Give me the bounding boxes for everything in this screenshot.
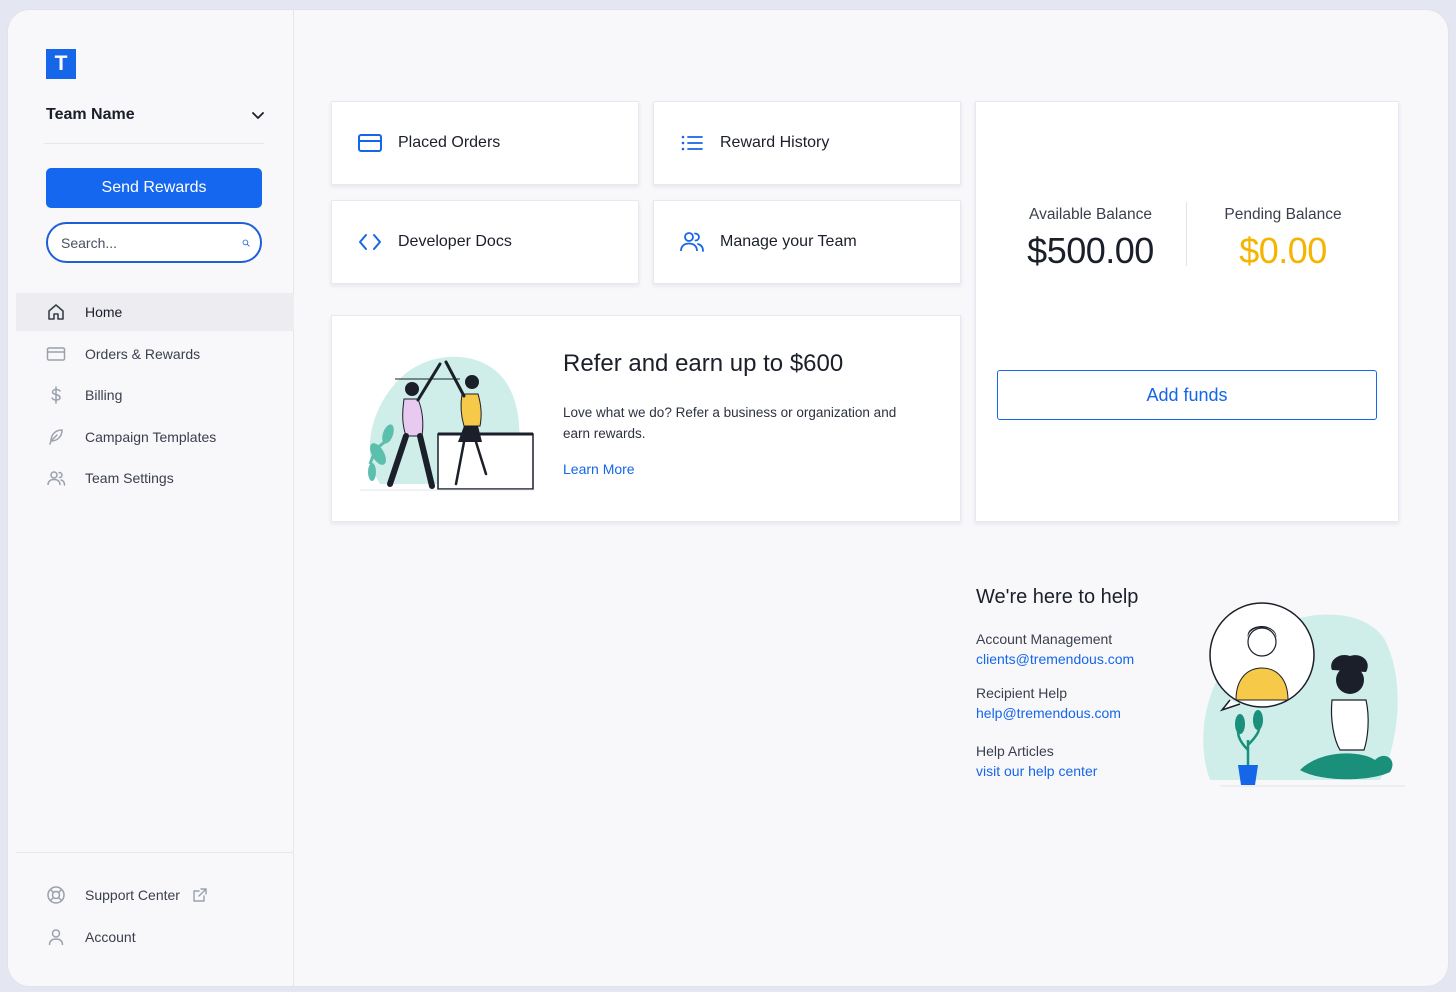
users-icon [46, 468, 66, 488]
sidebar-bottom-nav: Support Center Account [16, 876, 294, 959]
search-box[interactable] [46, 222, 262, 263]
sidebar: T Team Name Send Rewards Home [8, 10, 294, 986]
help-label: Account Management [976, 631, 1113, 647]
sidebar-item-label: Campaign Templates [85, 428, 217, 445]
quick-link-manage-team[interactable]: Manage your Team [653, 200, 961, 284]
refer-card: Refer and earn up to $600 Love what we d… [331, 315, 961, 522]
card-icon [356, 131, 384, 155]
pending-balance-amount: $0.00 [1239, 230, 1327, 271]
help-title: We're here to help [976, 586, 1139, 608]
quick-link-label: Placed Orders [398, 134, 501, 151]
sidebar-item-home[interactable]: Home [16, 293, 294, 331]
refer-title: Refer and earn up to $600 [563, 350, 844, 377]
help-group-recipient: Recipient Help help@tremendous.com [976, 683, 1176, 723]
sidebar-item-label: Team Settings [85, 470, 174, 486]
quick-link-developer-docs[interactable]: Developer Docs [331, 200, 639, 284]
sidebar-item-label: Support Center [85, 887, 180, 903]
sidebar-item-label: Orders & Rewards [85, 345, 201, 362]
sidebar-item-team-settings[interactable]: Team Settings [16, 459, 294, 497]
divider [16, 852, 294, 853]
send-rewards-button[interactable]: Send Rewards [46, 168, 262, 208]
help-email-link[interactable]: clients@tremendous.com [976, 649, 1176, 669]
help-section: We're here to help Account Management cl… [976, 586, 1176, 795]
feather-icon [46, 427, 66, 447]
users-icon [678, 230, 706, 254]
help-center-link[interactable]: visit our help center [976, 761, 1176, 781]
card-icon [46, 344, 66, 364]
home-icon [46, 302, 66, 322]
divider [44, 143, 264, 144]
available-balance: Available Balance $500.00 [1008, 206, 1173, 272]
quick-link-label: Manage your Team [720, 233, 857, 250]
search-input[interactable] [61, 234, 242, 251]
balance-card: Available Balance $500.00 Pending Balanc… [975, 101, 1399, 522]
support-illustration [1203, 602, 1405, 787]
dollar-icon [46, 385, 66, 405]
help-label: Recipient Help [976, 685, 1068, 701]
refer-text: Love what we do? Refer a business or org… [563, 405, 897, 441]
sidebar-item-orders[interactable]: Orders & Rewards [16, 335, 294, 373]
available-balance-label: Available Balance [1029, 206, 1152, 223]
search-icon[interactable] [242, 233, 250, 253]
pending-balance-label: Pending Balance [1224, 206, 1342, 223]
sidebar-item-campaign-templates[interactable]: Campaign Templates [16, 418, 294, 456]
list-icon [678, 131, 706, 155]
high-five-illustration [360, 356, 535, 491]
help-email-link[interactable]: help@tremendous.com [976, 703, 1176, 723]
sidebar-item-label: Billing [85, 387, 123, 403]
brand-logo[interactable]: T [46, 49, 76, 79]
code-icon [356, 230, 384, 254]
team-name: Team Name [46, 106, 135, 123]
available-balance-amount: $500.00 [1027, 230, 1154, 271]
divider [1186, 202, 1187, 266]
quick-link-label: Reward History [720, 134, 830, 151]
sidebar-item-billing[interactable]: Billing [16, 376, 294, 414]
user-icon [46, 927, 66, 947]
chevron-down-icon [252, 112, 264, 119]
add-funds-button[interactable]: Add funds [997, 370, 1377, 420]
quick-link-label: Developer Docs [398, 233, 512, 250]
app-window: T Team Name Send Rewards Home [8, 10, 1448, 986]
pending-balance: Pending Balance $0.00 [1206, 206, 1360, 272]
quick-link-reward-history[interactable]: Reward History [653, 101, 961, 185]
help-group-account: Account Management clients@tremendous.co… [976, 629, 1176, 669]
lifebuoy-icon [46, 885, 66, 905]
external-link-icon [192, 887, 208, 903]
sidebar-item-label: Home [85, 304, 123, 320]
sidebar-item-support-center[interactable]: Support Center [16, 876, 294, 914]
team-switcher[interactable]: Team Name [46, 100, 266, 130]
help-label: Help Articles [976, 743, 1054, 759]
sidebar-item-label: Account [85, 928, 136, 945]
quick-link-placed-orders[interactable]: Placed Orders [331, 101, 639, 185]
learn-more-link[interactable]: Learn More [563, 461, 635, 477]
sidebar-item-account[interactable]: Account [16, 918, 294, 956]
help-group-articles: Help Articles visit our help center [976, 741, 1176, 781]
sidebar-nav: Home Orders & Rewards Billing Campaign T… [16, 293, 294, 501]
